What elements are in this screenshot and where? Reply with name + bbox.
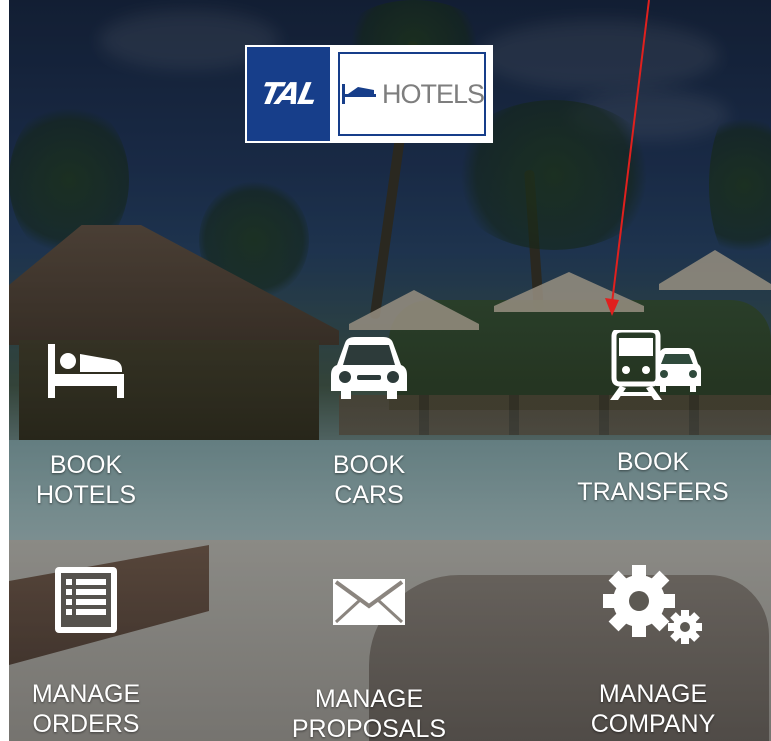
gears-icon <box>603 565 702 644</box>
logo-hotels-block: HOTELS <box>332 47 491 141</box>
manage-orders-button[interactable]: MANAGE ORDERS <box>0 565 186 739</box>
manage-orders-line2: ORDERS <box>32 710 140 738</box>
manage-proposals-line2: PROPOSALS <box>291 715 447 741</box>
bed-logo-icon <box>341 84 376 104</box>
manage-proposals-button[interactable]: MANAGE PROPOSALS <box>269 578 469 741</box>
manage-orders-line1: MANAGE <box>31 680 141 708</box>
book-hotels-line2: HOTELS <box>35 481 137 509</box>
logo-hotels-frame: HOTELS <box>337 52 486 136</box>
envelope-icon <box>333 579 405 625</box>
book-cars-line1: BOOK <box>332 451 406 479</box>
manage-company-line1: MANAGE <box>598 680 708 708</box>
train-car-icon <box>610 330 701 400</box>
logo-tal-block: TAL <box>247 47 331 141</box>
manage-proposals-line1: MANAGE <box>314 685 424 713</box>
car-icon <box>331 337 407 399</box>
manage-company-button[interactable]: MANAGE COMPANY <box>553 565 753 739</box>
book-transfers-line2: TRANSFERS <box>577 478 729 506</box>
book-cars-line2: CARS <box>334 481 404 509</box>
book-hotels-line1: BOOK <box>49 451 123 479</box>
book-cars-button[interactable]: BOOK CARS <box>269 335 469 510</box>
manage-company-line2: COMPANY <box>590 710 716 738</box>
book-hotels-button[interactable]: BOOK HOTELS <box>0 340 186 510</box>
tal-hotels-logo: TAL HOTELS <box>245 45 493 143</box>
book-transfers-button[interactable]: BOOK TRANSFERS <box>553 330 753 507</box>
logo-hotels-text: HOTELS <box>381 78 485 109</box>
book-transfers-line1: BOOK <box>616 448 690 476</box>
logo-tal-text: TAL <box>257 76 320 112</box>
list-icon <box>55 567 117 633</box>
bed-icon <box>48 344 124 398</box>
